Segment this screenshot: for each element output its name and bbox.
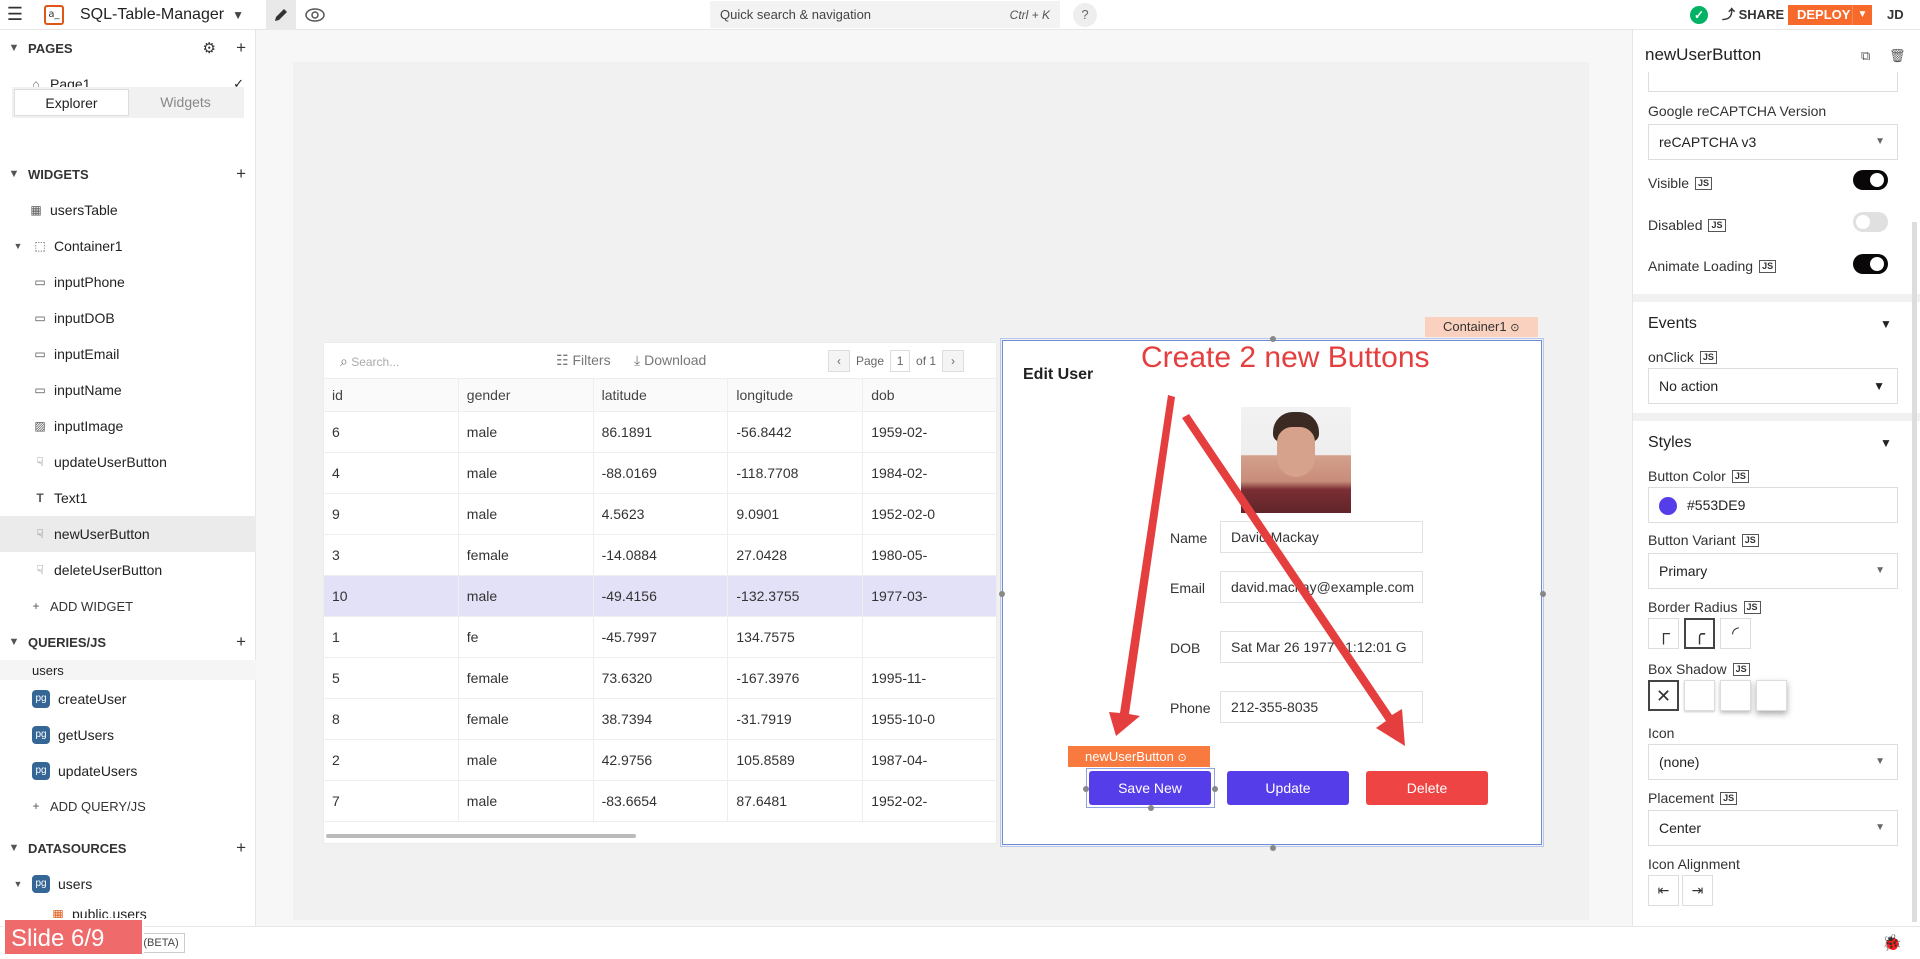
bottom-bar (0, 926, 1920, 959)
button-variant-value: Primary (1659, 563, 1708, 579)
button-variant-row: Button Variant JS (1648, 532, 1759, 548)
visible-row: Visible JS (1648, 175, 1713, 191)
js-toggle[interactable]: JS (1731, 469, 1749, 483)
color-swatch[interactable] (1659, 497, 1677, 516)
slide-counter: Slide 6/9 (3, 918, 144, 956)
bug-icon[interactable]: 🐞 (1882, 933, 1902, 953)
disabled-toggle[interactable] (1853, 212, 1888, 232)
disabled-row: Disabled JS (1648, 217, 1726, 233)
button-color-input[interactable]: #553DE9 (1648, 487, 1898, 523)
chevron-down-icon: ▼ (1875, 565, 1885, 576)
js-toggle[interactable]: JS (1741, 533, 1759, 547)
styles-section-header[interactable]: Styles ▼ (1648, 434, 1892, 452)
previous-field-input[interactable] (1648, 72, 1898, 92)
visible-toggle[interactable] (1853, 170, 1888, 190)
button-variant-select[interactable]: Primary ▼ (1648, 553, 1898, 589)
icon-value: (none) (1659, 754, 1700, 770)
annotation-arrow-left (1109, 395, 1175, 736)
shadow-medium-icon[interactable] (1720, 680, 1751, 711)
recaptcha-label: Google reCAPTCHA Version (1648, 103, 1827, 119)
js-toggle[interactable]: JS (1732, 662, 1750, 676)
radius-sharp-icon[interactable]: ┌ (1648, 618, 1679, 649)
onclick-value: No action (1659, 378, 1719, 394)
onclick-label: onClick (1648, 349, 1694, 365)
delete-icon[interactable]: 🗑 (1889, 48, 1906, 64)
animate-loading-row: Animate Loading JS (1648, 258, 1777, 274)
border-radius-label: Border Radius (1648, 599, 1738, 615)
placement-row: Placement JS (1648, 790, 1738, 806)
copy-icon[interactable]: ⧉ (1861, 48, 1870, 64)
button-color-value: #553DE9 (1687, 497, 1746, 513)
visible-label: Visible (1648, 175, 1689, 191)
beta-badge[interactable]: (BETA) (137, 933, 185, 953)
placement-label: Placement (1648, 790, 1715, 806)
js-toggle[interactable]: JS (1743, 600, 1761, 614)
border-radius-row: Border Radius JS (1648, 599, 1761, 615)
js-toggle[interactable]: JS (1695, 176, 1713, 190)
onclick-select[interactable]: No action ▼ (1648, 368, 1898, 404)
shadow-large-icon[interactable] (1756, 680, 1787, 711)
onclick-row: onClick JS (1648, 349, 1717, 365)
button-color-row: Button Color JS (1648, 468, 1749, 484)
shadow-none-icon[interactable]: ✕ (1648, 680, 1679, 711)
events-title: Events (1648, 315, 1697, 332)
chevron-down-icon: ▼ (1875, 136, 1885, 147)
align-right-icon[interactable]: ⇥ (1682, 875, 1713, 906)
icon-select[interactable]: (none) ▼ (1648, 744, 1898, 780)
animate-loading-label: Animate Loading (1648, 258, 1754, 274)
events-section-header[interactable]: Events ▼ (1648, 315, 1892, 333)
placement-value: Center (1659, 820, 1702, 836)
box-shadow-row: Box Shadow JS (1648, 661, 1750, 677)
radius-rounded-icon[interactable]: ╭ (1684, 618, 1715, 649)
icon-alignment-row: Icon Alignment (1648, 856, 1740, 872)
js-toggle[interactable]: JS (1720, 791, 1738, 805)
box-shadow-label: Box Shadow (1648, 661, 1727, 677)
recaptcha-select[interactable]: reCAPTCHA v3 ▼ (1648, 124, 1898, 160)
icon-label: Icon (1648, 725, 1675, 741)
button-variant-label: Button Variant (1648, 532, 1736, 548)
radius-circle-icon[interactable]: ◜ (1720, 618, 1751, 649)
align-left-icon[interactable]: ⇤ (1648, 875, 1679, 906)
chevron-down-icon: ▼ (1875, 756, 1885, 767)
js-toggle[interactable]: JS (1708, 218, 1726, 232)
section-divider (1633, 413, 1920, 421)
disabled-label: Disabled (1648, 217, 1703, 233)
shadow-small-icon[interactable] (1684, 680, 1715, 711)
chevron-down-icon: ▼ (1875, 822, 1885, 833)
icon-row: Icon (1648, 725, 1674, 741)
property-pane-scrollbar[interactable] (1912, 222, 1917, 922)
chevron-down-icon[interactable]: ▼ (1880, 317, 1892, 331)
js-toggle[interactable]: JS (1699, 350, 1717, 364)
button-color-label: Button Color (1648, 468, 1726, 484)
placement-select[interactable]: Center ▼ (1648, 810, 1898, 846)
caret-down-icon: ▼ (1873, 379, 1885, 393)
styles-title: Styles (1648, 434, 1692, 451)
annotation-arrow-right (1182, 414, 1405, 746)
js-toggle[interactable]: JS (1759, 259, 1777, 273)
recaptcha-value: reCAPTCHA v3 (1659, 134, 1757, 150)
chevron-down-icon[interactable]: ▼ (1880, 436, 1892, 450)
animate-loading-toggle[interactable] (1853, 254, 1888, 274)
icon-alignment-label: Icon Alignment (1648, 856, 1740, 872)
section-divider (1633, 294, 1920, 302)
widget-name-title[interactable]: newUserButton (1645, 45, 1761, 65)
